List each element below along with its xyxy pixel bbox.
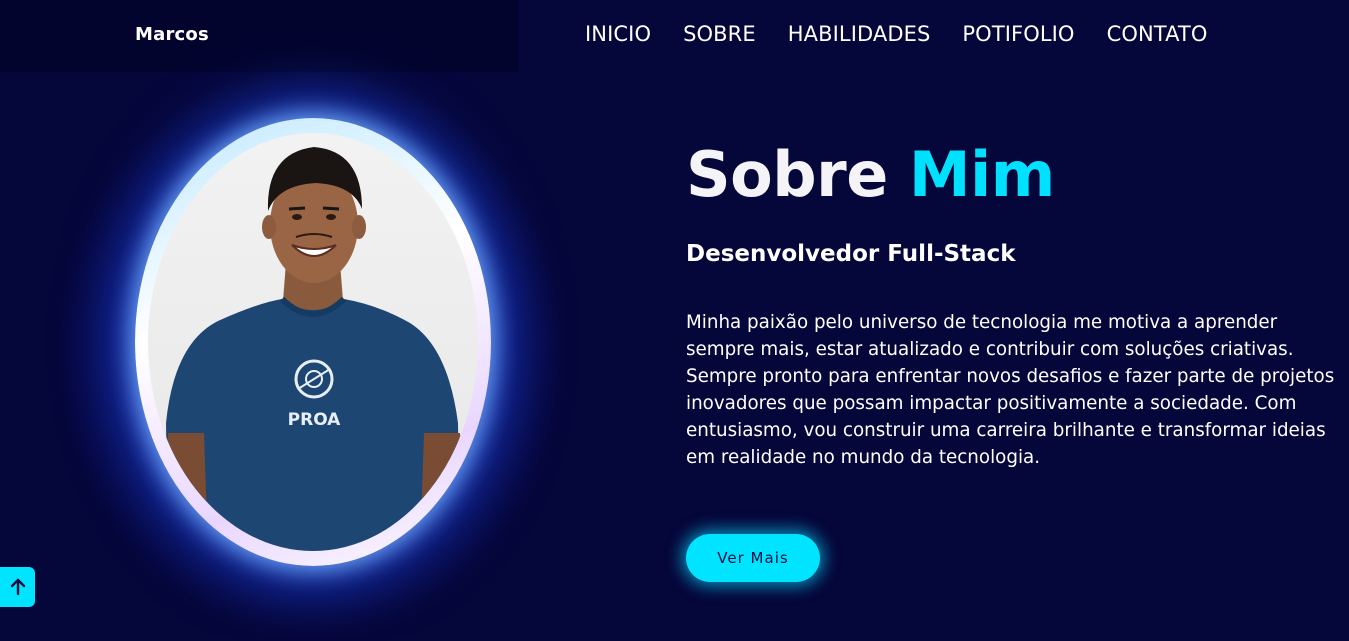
role-subtitle: Desenvolvedor Full-Stack [686,241,1016,267]
page-title: Sobre Mim [686,137,1055,213]
nav-inicio[interactable]: INICIO [585,22,651,46]
main-nav: INICIO SOBRE HABILIDADES POTIFOLIO CONTA… [585,22,1207,46]
arrow-up-icon [10,578,25,596]
about-page: Marcos INICIO SOBRE HABILIDADES POTIFOLI… [0,0,1349,641]
profile-photo: PROA [148,133,478,551]
nav-contato[interactable]: CONTATO [1107,22,1208,46]
shirt-logo-text: PROA [288,410,342,430]
profile-illustration: PROA [166,147,462,551]
site-header: Marcos INICIO SOBRE HABILIDADES POTIFOLI… [0,0,1349,72]
header-band [0,0,518,72]
brand-logo[interactable]: Marcos [135,24,209,45]
title-plain: Sobre [686,138,888,211]
ver-mais-button[interactable]: Ver Mais [686,534,820,582]
back-to-top-button[interactable] [0,567,35,607]
nav-sobre[interactable]: SOBRE [683,22,756,46]
title-accent: Mim [908,138,1056,211]
nav-habilidades[interactable]: HABILIDADES [788,22,931,46]
nav-portfolio[interactable]: POTIFOLIO [962,22,1074,46]
bio-paragraph: Minha paixão pelo universo de tecnologia… [686,312,1335,468]
